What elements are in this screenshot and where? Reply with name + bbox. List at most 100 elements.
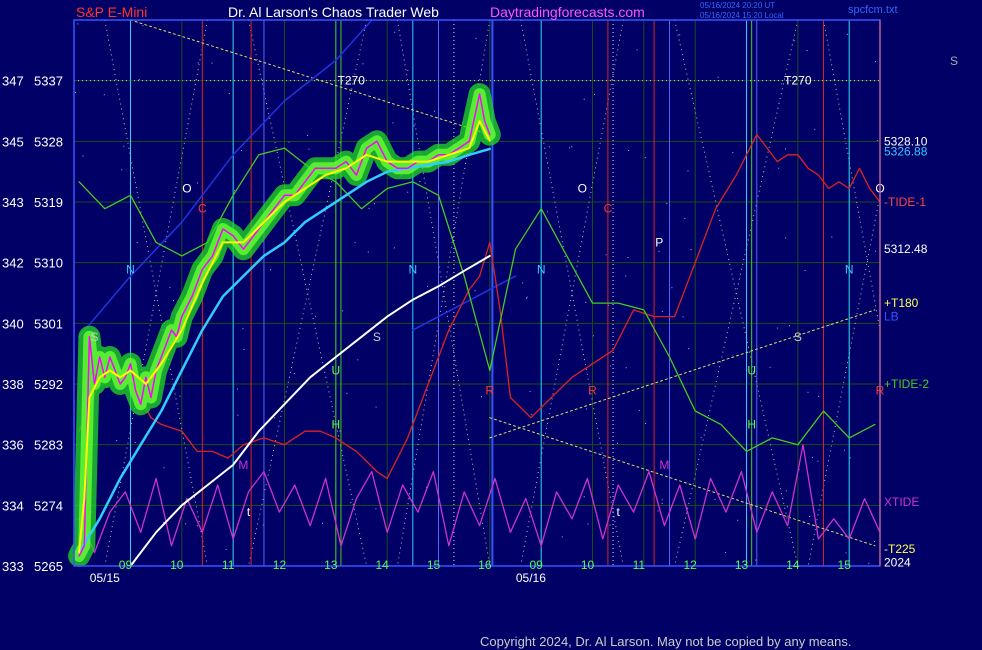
background-dot — [793, 40, 795, 42]
background-dot — [714, 499, 716, 501]
data-file-name: spcfcm.txt — [848, 4, 898, 16]
x-tick-label: 15 — [427, 558, 441, 572]
background-dot — [831, 236, 833, 238]
background-dot — [354, 242, 356, 244]
background-dot — [811, 456, 813, 458]
lattice-diagonal — [248, 19, 368, 567]
lattice-diagonal — [248, 19, 368, 567]
background-dot — [809, 516, 811, 517]
background-dot — [617, 442, 618, 444]
background-dot — [138, 79, 140, 81]
x-tick-label: 14 — [786, 558, 800, 572]
y-tick-label-right: 5301 — [34, 316, 63, 331]
background-dot — [525, 297, 527, 299]
x-tick-label: 10 — [581, 558, 595, 572]
x-tick-label: 16 — [478, 558, 492, 572]
background-dot — [609, 524, 611, 526]
background-dot — [627, 257, 629, 258]
background-dot — [357, 359, 359, 361]
x-tick-label: 12 — [684, 558, 698, 572]
x-tick-label: 11 — [222, 558, 235, 572]
lattice-diagonal — [823, 19, 881, 331]
background-dot — [531, 414, 533, 416]
background-dot — [610, 365, 612, 367]
background-dot — [242, 328, 244, 330]
background-dot — [671, 287, 673, 289]
marker-label: R — [485, 384, 494, 398]
background-dot — [661, 502, 663, 504]
background-dot — [407, 191, 409, 193]
background-dot — [787, 515, 789, 517]
right-axis-label: -T225 — [884, 542, 916, 556]
background-dot — [179, 395, 181, 397]
background-dot — [548, 146, 550, 148]
marker-label: P — [655, 235, 663, 249]
background-dot — [875, 250, 877, 252]
background-dot — [185, 523, 187, 525]
background-dot — [587, 523, 589, 525]
marker-label: S — [373, 330, 381, 344]
chart-title-author: Dr. Al Larson's Chaos Trader Web — [228, 4, 439, 20]
background-dot — [367, 251, 369, 253]
marker-label: H — [331, 417, 340, 431]
background-dot — [75, 92, 77, 93]
background-dot — [413, 125, 415, 127]
marker-label: S — [794, 330, 802, 344]
background-dot — [211, 62, 213, 64]
background-dot — [583, 98, 585, 100]
site-link[interactable]: Daytradingforecasts.com — [490, 4, 645, 20]
background-dot — [228, 93, 230, 94]
background-dot — [561, 536, 563, 538]
marker-label: N — [408, 262, 417, 276]
background-dot — [638, 409, 640, 411]
right-axis-label: 2024 — [884, 556, 911, 570]
background-dot — [350, 501, 352, 503]
background-dot — [785, 237, 787, 239]
background-dot — [625, 367, 627, 369]
background-dot — [225, 548, 227, 550]
background-dot — [658, 250, 660, 252]
right-axis-label: LB — [884, 310, 899, 324]
background-dot — [645, 423, 646, 424]
y-tick-label-right: 5283 — [34, 438, 63, 453]
marker-label: T270 — [784, 74, 812, 88]
background-dot — [804, 270, 806, 271]
background-dot — [725, 552, 726, 553]
background-dot — [123, 145, 125, 147]
trend-line — [489, 417, 876, 547]
background-dot — [628, 150, 630, 151]
background-dot — [173, 300, 174, 302]
background-dot — [605, 254, 607, 256]
background-dot — [162, 521, 164, 523]
background-dot — [700, 437, 702, 439]
background-dot — [163, 467, 165, 469]
chaos-trader-chart: O O ON N N NC CPS S SU UH HR R RM Mt tT270 T270347 53373… — [2, 19, 929, 585]
marker-label: t — [617, 505, 621, 519]
background-dot — [661, 499, 663, 501]
right-axis-label: XTIDE — [884, 495, 919, 509]
y-tick-label-left: 338 — [2, 377, 24, 392]
right-axis-label: 5312.48 — [884, 242, 928, 256]
right-axis-label: -TIDE-1 — [884, 195, 926, 209]
background-dot — [732, 152, 734, 154]
background-dot — [571, 146, 573, 148]
background-dot — [769, 366, 771, 368]
background-dot — [817, 460, 819, 462]
background-dot — [77, 23, 79, 25]
timestamp-ut: 05/16/2024 20:20 UT — [700, 1, 776, 10]
y-tick-label-right: 5319 — [34, 195, 63, 210]
background-dot — [197, 62, 199, 64]
x-tick-label: 11 — [633, 558, 646, 572]
background-dot — [687, 170, 689, 172]
background-dot — [103, 94, 105, 96]
y-tick-label-right: 5274 — [34, 498, 63, 513]
marker-label: R — [588, 384, 597, 398]
background-dot — [434, 110, 435, 112]
marker-label: M — [659, 458, 669, 472]
background-dot — [874, 541, 876, 542]
background-dot — [136, 242, 138, 244]
background-dot — [474, 324, 476, 326]
background-dot — [594, 93, 595, 95]
copyright-notice: Copyright 2024, Dr. Al Larson. May not b… — [480, 634, 852, 649]
right-axis-label: +T180 — [884, 296, 919, 310]
